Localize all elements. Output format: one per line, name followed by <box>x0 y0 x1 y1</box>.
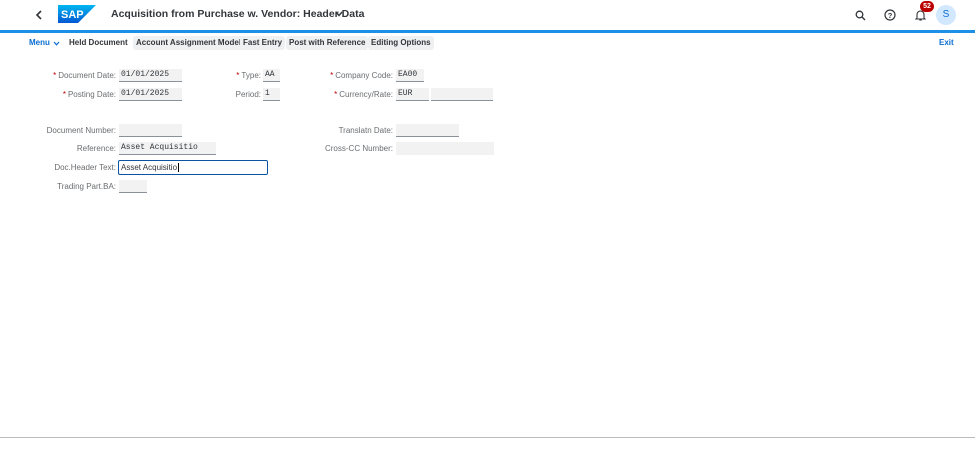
translatn-date-field[interactable] <box>396 124 459 137</box>
type-label: * Type: <box>236 71 261 80</box>
doc-header-text-label: Doc.Header Text: <box>54 163 116 172</box>
exit-button[interactable]: Exit <box>939 36 954 50</box>
back-button[interactable] <box>30 6 48 24</box>
company-code-label: * Company Code: <box>330 71 393 80</box>
held-document-button[interactable]: Held Document <box>66 36 131 50</box>
toolbar: Menu Held Document Account Assignment Mo… <box>0 36 975 50</box>
trading-part-ba-field[interactable] <box>119 180 147 193</box>
chevron-left-icon <box>35 10 42 20</box>
currency-rate-label: * Currency/Rate: <box>334 90 393 99</box>
search-icon <box>855 10 865 20</box>
avatar[interactable]: S <box>936 5 956 25</box>
period-field[interactable]: 1 <box>263 88 280 101</box>
exchange-rate-field[interactable] <box>431 88 493 101</box>
shell-bar: SAP Acquisition from Purchase w. Vendor:… <box>0 0 975 30</box>
menu-label: Menu <box>29 38 50 47</box>
chevron-down-icon <box>53 41 60 46</box>
document-date-field[interactable]: 01/01/2025 <box>119 69 182 82</box>
currency-field[interactable]: EUR <box>396 88 429 101</box>
text-cursor <box>178 163 180 173</box>
post-with-reference-button[interactable]: Post with Reference <box>286 36 369 50</box>
chevron-down-icon[interactable] <box>335 11 343 17</box>
reference-field[interactable]: Asset Acquisitio <box>119 142 216 155</box>
editing-options-button[interactable]: Editing Options <box>368 36 434 50</box>
trading-part-ba-label: Trading Part.BA: <box>57 182 116 191</box>
account-assignment-model-button[interactable]: Account Assignment Model <box>133 36 245 50</box>
svg-text:?: ? <box>888 11 893 20</box>
document-number-field[interactable] <box>119 124 182 137</box>
cross-cc-number-label: Cross-CC Number: <box>324 144 393 153</box>
help-icon: ? <box>884 9 896 21</box>
sap-logo[interactable]: SAP <box>58 5 96 23</box>
type-field[interactable]: AA <box>263 69 280 82</box>
help-button[interactable]: ? <box>882 7 898 23</box>
shell-divider <box>0 30 975 33</box>
menu-button[interactable]: Menu <box>29 36 60 50</box>
posting-date-field[interactable]: 01/01/2025 <box>119 88 182 101</box>
reference-label: Reference: <box>76 144 116 153</box>
footer-divider <box>0 437 975 438</box>
posting-date-label: * Posting Date: <box>62 90 116 99</box>
svg-text:SAP: SAP <box>61 9 84 21</box>
cross-cc-number-field <box>396 142 494 155</box>
doc-header-text-field[interactable]: Asset Acquisitio <box>118 160 268 175</box>
translatn-date-label: Translatn Date: <box>338 126 393 135</box>
search-button[interactable] <box>852 7 868 23</box>
document-number-label: Document Number: <box>46 126 116 135</box>
company-code-field[interactable]: EA00 <box>396 69 424 82</box>
app-title[interactable]: Acquisition from Purchase w. Vendor: Hea… <box>111 8 364 20</box>
period-label: Period: <box>235 90 261 99</box>
notification-badge: 52 <box>920 1 934 12</box>
fast-entry-button[interactable]: Fast Entry <box>240 36 286 50</box>
document-date-label: * Document Date: <box>53 71 116 80</box>
